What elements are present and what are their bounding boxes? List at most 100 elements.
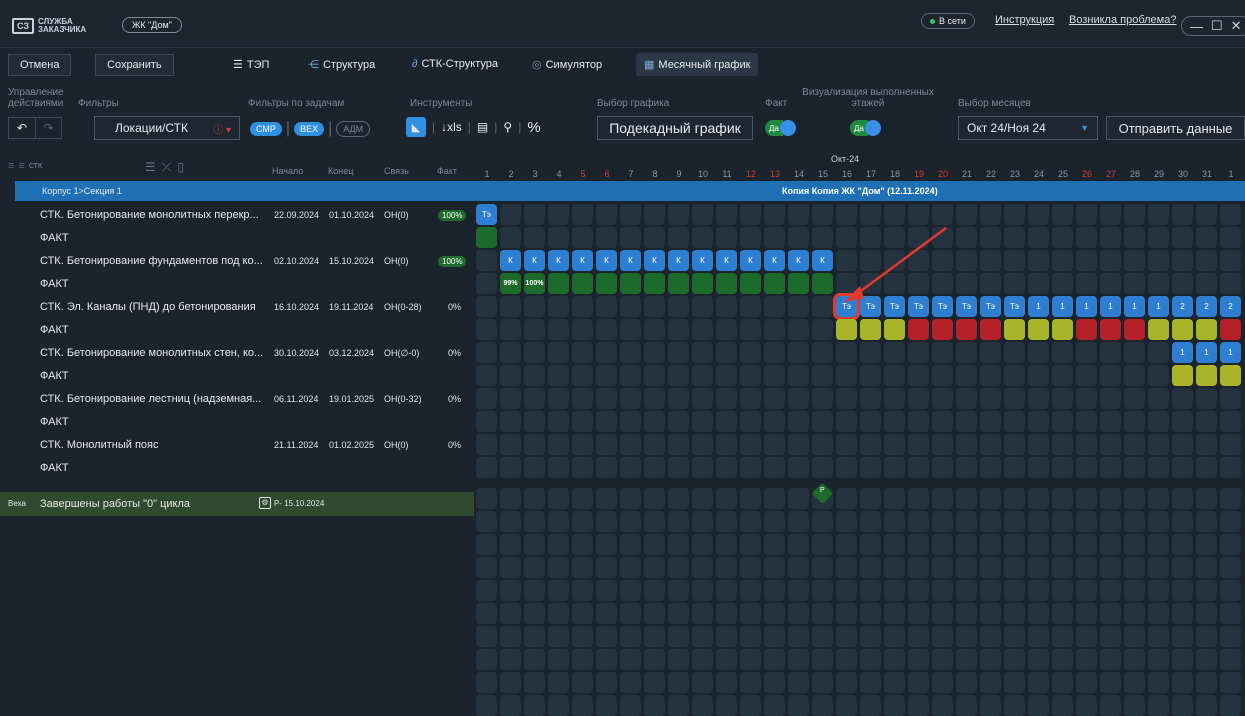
schedule-cell[interactable] bbox=[1076, 411, 1097, 432]
schedule-cell[interactable] bbox=[740, 557, 761, 578]
schedule-cell[interactable] bbox=[812, 319, 833, 340]
schedule-cell[interactable] bbox=[716, 580, 737, 601]
search-icon[interactable]: ⚲ bbox=[503, 120, 512, 134]
schedule-cell[interactable] bbox=[1004, 488, 1025, 509]
schedule-cell[interactable] bbox=[716, 511, 737, 532]
schedule-cell[interactable] bbox=[1124, 557, 1145, 578]
schedule-cell[interactable] bbox=[908, 649, 929, 670]
schedule-cell[interactable] bbox=[668, 342, 689, 363]
schedule-cell[interactable] bbox=[500, 457, 521, 478]
schedule-cell[interactable] bbox=[836, 672, 857, 693]
schedule-cell[interactable] bbox=[764, 342, 785, 363]
schedule-cell[interactable] bbox=[596, 319, 617, 340]
schedule-cell[interactable] bbox=[980, 626, 1001, 647]
schedule-cell-filled[interactable] bbox=[1004, 319, 1025, 340]
schedule-cell[interactable] bbox=[788, 649, 809, 670]
schedule-cell[interactable] bbox=[572, 411, 593, 432]
schedule-cell[interactable] bbox=[764, 411, 785, 432]
schedule-cell[interactable] bbox=[812, 626, 833, 647]
schedule-cell[interactable] bbox=[908, 365, 929, 386]
schedule-cell-filled[interactable] bbox=[644, 273, 665, 294]
schedule-cell[interactable] bbox=[620, 342, 641, 363]
schedule-cell-filled[interactable] bbox=[908, 319, 929, 340]
schedule-cell[interactable] bbox=[764, 557, 785, 578]
schedule-cell[interactable] bbox=[956, 488, 977, 509]
schedule-cell[interactable] bbox=[1148, 250, 1169, 271]
schedule-cell-filled[interactable] bbox=[716, 273, 737, 294]
schedule-cell[interactable] bbox=[764, 511, 785, 532]
schedule-cell[interactable] bbox=[788, 296, 809, 317]
schedule-cell-filled[interactable] bbox=[764, 273, 785, 294]
schedule-cell[interactable] bbox=[524, 457, 545, 478]
schedule-cell[interactable] bbox=[956, 580, 977, 601]
schedule-cell[interactable] bbox=[788, 626, 809, 647]
schedule-cell[interactable] bbox=[908, 388, 929, 409]
schedule-cell[interactable] bbox=[740, 511, 761, 532]
schedule-cell[interactable] bbox=[884, 457, 905, 478]
schedule-cell[interactable] bbox=[980, 557, 1001, 578]
schedule-cell[interactable] bbox=[1100, 411, 1121, 432]
schedule-cell[interactable] bbox=[548, 204, 569, 225]
schedule-cell[interactable] bbox=[932, 342, 953, 363]
schedule-cell[interactable] bbox=[1076, 250, 1097, 271]
schedule-cell[interactable] bbox=[1148, 273, 1169, 294]
cancel-button[interactable]: Отмена bbox=[8, 54, 72, 76]
schedule-cell-filled[interactable] bbox=[1172, 365, 1193, 386]
schedule-cell[interactable] bbox=[1148, 626, 1169, 647]
schedule-cell[interactable] bbox=[740, 488, 761, 509]
schedule-cell[interactable] bbox=[1052, 695, 1073, 716]
schedule-cell[interactable] bbox=[1076, 603, 1097, 624]
schedule-cell[interactable] bbox=[644, 626, 665, 647]
schedule-cell[interactable] bbox=[1004, 411, 1025, 432]
schedule-cell[interactable] bbox=[1052, 434, 1073, 455]
schedule-cell[interactable] bbox=[1028, 649, 1049, 670]
schedule-cell[interactable] bbox=[812, 557, 833, 578]
schedule-cell[interactable] bbox=[860, 557, 881, 578]
schedule-cell[interactable] bbox=[500, 649, 521, 670]
schedule-cell[interactable] bbox=[1052, 365, 1073, 386]
schedule-cell[interactable] bbox=[548, 319, 569, 340]
schedule-cell[interactable] bbox=[908, 488, 929, 509]
schedule-cell-filled[interactable]: 1 bbox=[1196, 342, 1217, 363]
schedule-cell[interactable] bbox=[596, 204, 617, 225]
schedule-cell[interactable] bbox=[788, 319, 809, 340]
schedule-cell[interactable] bbox=[1124, 672, 1145, 693]
schedule-cell[interactable] bbox=[596, 672, 617, 693]
schedule-cell[interactable] bbox=[812, 434, 833, 455]
schedule-cell[interactable] bbox=[1100, 204, 1121, 225]
schedule-cell[interactable] bbox=[692, 695, 713, 716]
schedule-cell[interactable] bbox=[572, 388, 593, 409]
schedule-cell[interactable] bbox=[596, 557, 617, 578]
schedule-cell[interactable] bbox=[572, 626, 593, 647]
schedule-cell[interactable] bbox=[788, 488, 809, 509]
schedule-cell[interactable] bbox=[476, 488, 497, 509]
schedule-cell[interactable] bbox=[572, 319, 593, 340]
schedule-cell[interactable] bbox=[500, 296, 521, 317]
schedule-cell[interactable] bbox=[548, 342, 569, 363]
schedule-cell-filled[interactable]: 2 bbox=[1172, 296, 1193, 317]
schedule-cell[interactable] bbox=[788, 365, 809, 386]
schedule-cell-filled[interactable] bbox=[1220, 319, 1241, 340]
schedule-cell[interactable] bbox=[644, 511, 665, 532]
schedule-cell[interactable] bbox=[548, 511, 569, 532]
schedule-cell[interactable] bbox=[1076, 580, 1097, 601]
schedule-cell-filled[interactable]: 1 bbox=[1076, 296, 1097, 317]
schedule-cell[interactable] bbox=[596, 695, 617, 716]
schedule-cell[interactable] bbox=[596, 411, 617, 432]
schedule-cell[interactable] bbox=[716, 388, 737, 409]
sock-icon[interactable]: ◣ bbox=[406, 117, 426, 137]
schedule-cell[interactable] bbox=[644, 434, 665, 455]
schedule-cell[interactable] bbox=[572, 342, 593, 363]
schedule-cell[interactable] bbox=[1100, 273, 1121, 294]
schedule-cell[interactable] bbox=[1172, 511, 1193, 532]
schedule-cell[interactable] bbox=[548, 557, 569, 578]
schedule-cell[interactable] bbox=[524, 557, 545, 578]
schedule-cell[interactable] bbox=[596, 603, 617, 624]
schedule-cell[interactable] bbox=[1124, 365, 1145, 386]
schedule-cell[interactable] bbox=[860, 457, 881, 478]
schedule-cell[interactable] bbox=[1100, 672, 1121, 693]
schedule-cell[interactable] bbox=[980, 273, 1001, 294]
schedule-cell[interactable] bbox=[980, 388, 1001, 409]
pill-smr[interactable]: СМР bbox=[250, 122, 282, 136]
schedule-cell[interactable] bbox=[1148, 534, 1169, 555]
